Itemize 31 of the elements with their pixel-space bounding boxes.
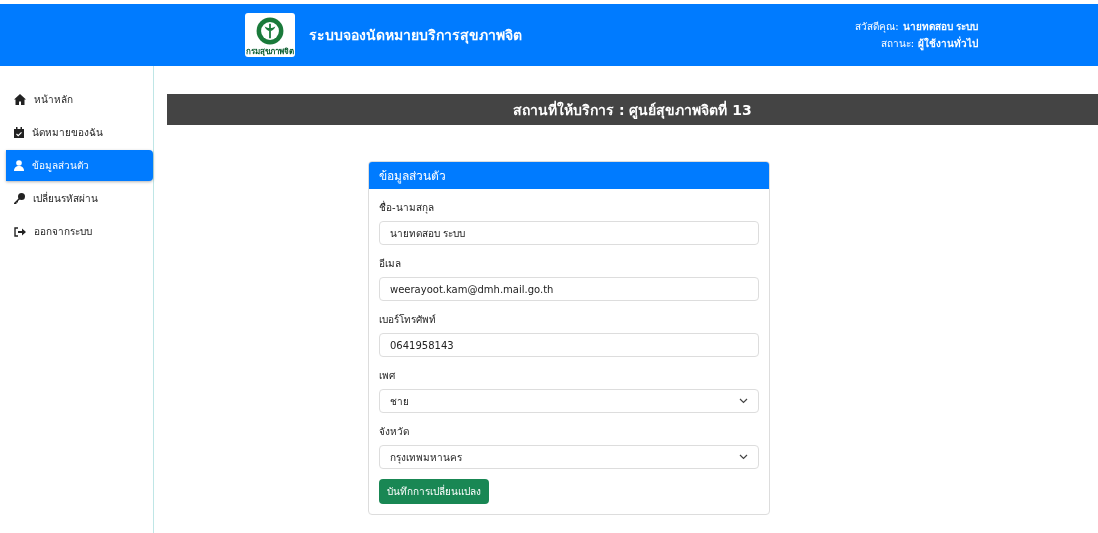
nav-item[interactable]: ออกจากระบบ bbox=[6, 216, 153, 247]
greeting-label: สวัสดีคุณ: bbox=[855, 20, 899, 34]
input-field[interactable]: นายทดสอบ ระบบ bbox=[379, 221, 759, 245]
save-button[interactable]: บันทึกการเปลี่ยนแปลง bbox=[379, 479, 489, 504]
field-label: ชื่อ-นามสกุล bbox=[379, 200, 435, 215]
dropdown-field[interactable]: กรุงเทพมหานคร bbox=[379, 445, 759, 469]
chevron-down-icon bbox=[739, 454, 748, 460]
home-icon bbox=[14, 94, 26, 105]
chevron-down-icon bbox=[739, 398, 748, 404]
status-value: ผู้ใช้งานทั่วไป bbox=[918, 36, 978, 51]
card-title: ข้อมูลส่วนตัว bbox=[369, 162, 769, 189]
field-label: เบอร์โทรศัพท์ bbox=[379, 313, 437, 327]
user-name: นายทดสอบ ระบบ bbox=[902, 20, 978, 34]
nav-item[interactable]: เปลี่ยนรหัสผ่าน bbox=[6, 183, 153, 214]
nav-item[interactable]: นัดหมายของฉัน bbox=[6, 117, 153, 148]
field-label: จังหวัด bbox=[379, 425, 410, 439]
logout-icon bbox=[14, 226, 26, 237]
field-label: อีเมล bbox=[379, 257, 402, 271]
key-icon bbox=[14, 193, 25, 204]
service-location-banner: สถานที่ให้บริการ : ศูนย์สุขภาพจิตที่ 13 bbox=[167, 94, 1098, 125]
dropdown-field[interactable]: ชาย bbox=[379, 389, 759, 413]
input-field[interactable]: 0641958143 bbox=[379, 333, 759, 357]
app-title: ระบบจองนัดหมายบริการสุขภาพจิต bbox=[309, 26, 522, 46]
user-icon bbox=[14, 160, 24, 171]
nav-item[interactable]: ข้อมูลส่วนตัว bbox=[6, 150, 153, 181]
status-label: สถานะ: bbox=[880, 37, 914, 51]
calendar-icon bbox=[14, 127, 24, 138]
field-label: เพศ bbox=[379, 369, 396, 383]
logo-caption: กรมสุขภาพจิต bbox=[246, 48, 294, 56]
nav-item[interactable]: หน้าหลัก bbox=[6, 84, 153, 115]
input-field[interactable]: weerayoot.kam@dmh.mail.go.th bbox=[379, 277, 759, 301]
